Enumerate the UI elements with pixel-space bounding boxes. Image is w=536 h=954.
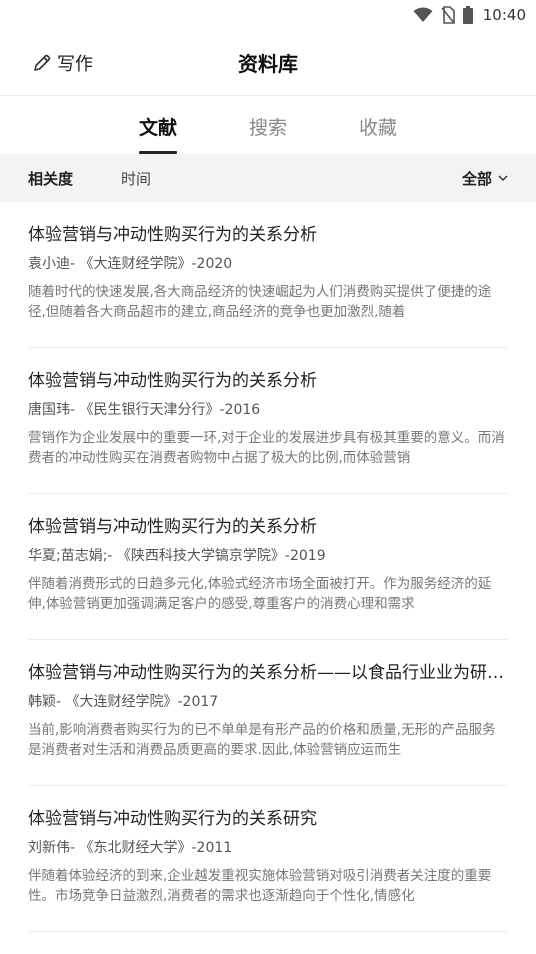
tab-literature[interactable]: 文献 (138, 113, 177, 154)
item-abstract: 营销作为企业发展中的重要一环,对于企业的发展进步具有极其重要的意义。而消费者的冲… (28, 430, 505, 466)
tab-search[interactable]: 搜索 (249, 113, 287, 154)
list-item[interactable]: 体验营销与冲动性购买行为的关系分析 华夏;苗志娟;- 《陕西科技大学镐京学院》-… (28, 494, 508, 640)
item-meta: 华夏;苗志娟;- 《陕西科技大学镐京学院》-2019 (28, 548, 326, 564)
wifi-icon (413, 7, 433, 23)
filter-all-label: 全部 (461, 169, 492, 188)
app-header: 写作 资料库 (0, 30, 536, 96)
chevron-down-icon (498, 174, 508, 182)
status-bar: 10:40 (0, 0, 536, 30)
clock: 10:40 (482, 6, 526, 24)
list-item[interactable]: 体验营销与冲动性购买行为的关系分析 袁小迪- 《大连财经学院》-2020 随着时… (28, 202, 508, 348)
item-abstract: 伴随着消费形式的日趋多元化,体验式经济市场全面被打开。作为服务经济的延伸,体验营… (28, 576, 492, 612)
list-item[interactable]: 体验营销与冲动性购买行为的关系分析 唐国玮- 《民生银行天津分行》-2016 营… (28, 348, 508, 494)
sort-relevance[interactable]: 相关度 (28, 168, 73, 189)
item-title: 体验营销与冲动性购买行为的关系分析——以食品行业业为研究对象 (28, 663, 508, 683)
literature-list: 体验营销与冲动性购买行为的关系分析 袁小迪- 《大连财经学院》-2020 随着时… (0, 202, 536, 932)
item-meta: 韩颖- 《大连财经学院》-2017 (28, 694, 219, 710)
item-title: 体验营销与冲动性购买行为的关系分析 (28, 225, 317, 245)
filter-bar: 相关度 时间 全部 (0, 154, 536, 202)
list-item[interactable]: 体验营销与冲动性购买行为的关系研究 刘新伟- 《东北财经大学》-2011 伴随着… (28, 786, 508, 932)
tab-bar: 文献 搜索 收藏 (0, 96, 536, 154)
item-title: 体验营销与冲动性购买行为的关系分析 (28, 371, 317, 391)
item-title: 体验营销与冲动性购买行为的关系研究 (28, 809, 317, 829)
item-abstract: 伴随着体验经济的到来,企业越发重视实施体验营销对吸引消费者关注度的重要性。市场竞… (28, 868, 492, 904)
page-title: 资料库 (238, 52, 298, 76)
item-meta: 刘新伟- 《东北财经大学》-2011 (28, 840, 233, 856)
filter-all-dropdown[interactable]: 全部 (462, 168, 508, 189)
no-sim-icon (441, 6, 455, 24)
item-meta: 袁小迪- 《大连财经学院》-2020 (28, 256, 233, 272)
sort-time[interactable]: 时间 (121, 168, 151, 189)
list-item[interactable]: 体验营销与冲动性购买行为的关系分析——以食品行业业为研究对象 韩颖- 《大连财经… (28, 640, 508, 786)
item-title: 体验营销与冲动性购买行为的关系分析 (28, 517, 317, 537)
tab-favorites[interactable]: 收藏 (359, 113, 397, 154)
battery-icon (462, 6, 473, 24)
item-meta: 唐国玮- 《民生银行天津分行》-2016 (28, 402, 261, 418)
item-abstract: 当前,影响消费者购买行为的已不单单是有形产品的价格和质量,无形的产品服务是消费者… (28, 722, 496, 758)
item-abstract: 随着时代的快速发展,各大商品经济的快速崛起为人们消费购买提供了便捷的途径,但随着… (28, 284, 492, 320)
